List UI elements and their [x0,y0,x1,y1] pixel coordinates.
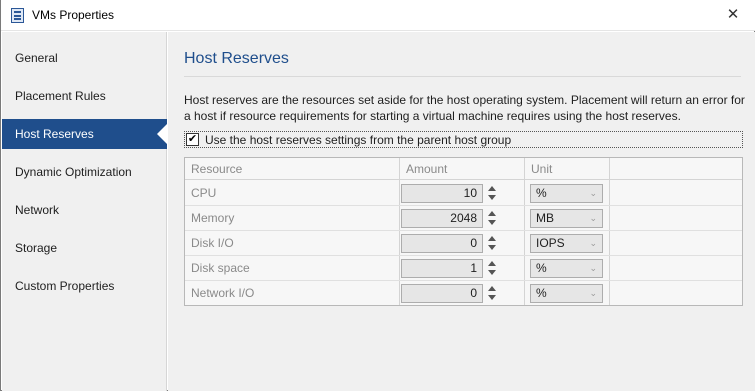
resource-name: Disk I/O [191,236,234,250]
title-divider [184,76,741,77]
spin-down-icon[interactable] [488,195,496,200]
resource-name: Memory [191,211,235,225]
sidebar-item-dynamic-optimization[interactable]: Dynamic Optimization [2,157,167,187]
amount-input[interactable]: 1 [401,259,483,278]
chevron-down-icon: ⌄ [589,263,597,273]
unit-value: % [536,261,547,275]
sidebar-item-network[interactable]: Network [2,195,167,225]
unit-select[interactable]: % ⌄ [530,184,603,203]
unit-select[interactable]: IOPS ⌄ [530,234,603,253]
sidebar-item-general[interactable]: General [2,43,167,73]
amount-input[interactable]: 0 [401,284,483,303]
table-row: CPU 10 % ⌄ [185,181,742,206]
window-title: VMs Properties [32,8,115,22]
table-header: Resource Amount Unit [185,158,742,180]
amount-input[interactable]: 0 [401,234,483,253]
spin-up-icon[interactable] [488,211,496,216]
properties-window: VMs Properties ✕ General Placement Rules… [0,0,755,391]
chevron-down-icon: ⌄ [589,213,597,223]
amount-spinner[interactable] [487,184,497,203]
main-panel: Host Reserves Host reserves are the reso… [168,32,755,391]
chevron-down-icon: ⌄ [589,238,597,248]
amount-spinner[interactable] [487,259,497,278]
sidebar-item-storage[interactable]: Storage [2,233,167,263]
header-amount: Amount [400,158,525,180]
resource-name: Disk space [191,261,250,275]
title-bar: VMs Properties ✕ [1,0,755,31]
use-parent-settings-row[interactable]: ✔ Use the host reserves settings from th… [184,131,743,148]
spin-up-icon[interactable] [488,286,496,291]
spin-down-icon[interactable] [488,295,496,300]
chevron-down-icon: ⌄ [589,288,597,298]
host-reserves-table: Resource Amount Unit CPU 10 % ⌄ Memory 2… [184,157,743,306]
header-unit: Unit [525,158,610,180]
chevron-down-icon: ⌄ [589,188,597,198]
table-row: Memory 2048 MB ⌄ [185,206,742,231]
use-parent-settings-label[interactable]: Use the host reserves settings from the … [205,133,511,147]
spin-up-icon[interactable] [488,186,496,191]
spin-up-icon[interactable] [488,261,496,266]
use-parent-settings-checkbox[interactable]: ✔ [186,133,199,146]
amount-input[interactable]: 10 [401,184,483,203]
resource-name: Network I/O [191,286,255,300]
table-row: Network I/O 0 % ⌄ [185,281,742,306]
unit-value: IOPS [536,236,565,250]
spin-up-icon[interactable] [488,236,496,241]
sidebar-item-custom-properties[interactable]: Custom Properties [2,271,167,301]
unit-select[interactable]: MB ⌄ [530,209,603,228]
amount-input[interactable]: 2048 [401,209,483,228]
sidebar-item-placement-rules[interactable]: Placement Rules [2,81,167,111]
close-icon[interactable]: ✕ [710,0,755,30]
description-text: Host reserves are the resources set asid… [184,93,745,123]
header-resource: Resource [185,158,400,180]
amount-spinner[interactable] [487,234,497,253]
table-row: Disk space 1 % ⌄ [185,256,742,281]
unit-select[interactable]: % ⌄ [530,259,603,278]
page-title: Host Reserves [184,50,289,67]
unit-value: MB [536,211,554,225]
unit-select[interactable]: % ⌄ [530,284,603,303]
unit-value: % [536,286,547,300]
unit-value: % [536,186,547,200]
amount-spinner[interactable] [487,284,497,303]
sidebar: General Placement Rules Host Reserves Dy… [2,32,168,391]
vm-properties-icon [11,8,24,23]
spin-down-icon[interactable] [488,220,496,225]
spin-down-icon[interactable] [488,245,496,250]
table-row: Disk I/O 0 IOPS ⌄ [185,231,742,256]
resource-name: CPU [191,186,217,200]
amount-spinner[interactable] [487,209,497,228]
sidebar-item-host-reserves[interactable]: Host Reserves [2,119,168,149]
spin-down-icon[interactable] [488,270,496,275]
